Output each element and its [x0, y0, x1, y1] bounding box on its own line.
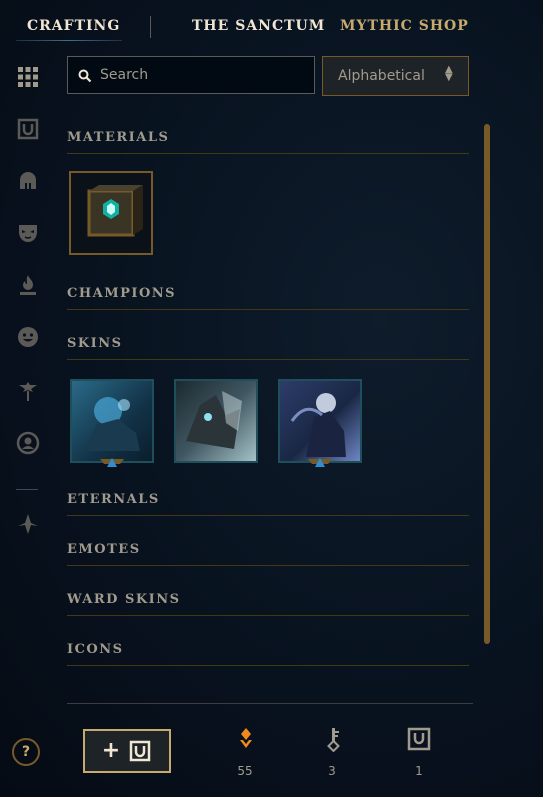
tab-mythic-shop[interactable]: MYTHIC SHOP [340, 18, 469, 34]
rarity-indicator-icon [100, 458, 124, 467]
section-divider [67, 565, 469, 566]
key-icon [327, 728, 340, 752]
skin-art [86, 397, 140, 451]
section-divider [67, 515, 469, 516]
chest-icon [407, 727, 431, 751]
section-divider [67, 615, 469, 616]
help-label: ? [21, 744, 31, 760]
chevron-updown-icon: ▲ ▼ [445, 64, 453, 83]
section-title-materials: MATERIALS [67, 130, 170, 145]
skin-art [186, 391, 242, 449]
footer-divider [67, 703, 473, 704]
skin-item[interactable] [70, 379, 154, 463]
scrollbar-thumb[interactable] [484, 124, 490, 644]
orange-essence-icon [240, 728, 252, 748]
section-title-champions: CHAMPIONS [67, 286, 177, 301]
orange-essence-count: 55 [237, 764, 253, 778]
chest-icon [129, 740, 151, 762]
champion-helmet-icon[interactable] [14, 167, 42, 195]
section-title-icons: ICONS [67, 642, 124, 657]
search-icon [78, 69, 92, 83]
nav-divider [150, 16, 151, 38]
tab-crafting[interactable]: CRAFTING [27, 18, 120, 34]
material-item[interactable] [69, 171, 153, 255]
grid-icon[interactable] [14, 63, 42, 91]
section-divider [67, 359, 469, 360]
mask-icon[interactable] [14, 219, 42, 247]
help-button[interactable]: ? [12, 738, 40, 766]
ward-icon[interactable] [14, 377, 42, 405]
active-tab-indicator [16, 40, 122, 41]
skin-art [290, 393, 346, 457]
profile-icon[interactable] [14, 429, 42, 457]
plus-label: + [101, 738, 121, 763]
emote-icon[interactable] [14, 323, 42, 351]
mythic-icon[interactable] [14, 510, 42, 538]
add-chest-button[interactable]: + [83, 729, 171, 773]
skin-item[interactable] [278, 379, 362, 463]
section-divider [67, 309, 469, 310]
key-count: 3 [328, 764, 336, 778]
skin-item[interactable] [174, 379, 258, 463]
chest-count: 1 [415, 764, 423, 778]
sort-selected-value: Alphabetical [338, 68, 425, 84]
section-title-eternals: ETERNALS [67, 492, 160, 507]
section-title-emotes: EMOTES [67, 542, 141, 557]
sidebar-divider [16, 489, 38, 490]
section-title-skins: SKINS [67, 336, 123, 351]
rarity-indicator-icon [308, 458, 332, 467]
section-title-ward-skins: WARD SKINS [67, 592, 181, 607]
hextech-chest-icon [87, 185, 143, 237]
search-input[interactable] [96, 57, 318, 93]
section-divider [67, 665, 469, 666]
section-divider [67, 153, 469, 154]
tab-the-sanctum[interactable]: THE SANCTUM [192, 18, 325, 34]
chest-icon[interactable] [14, 115, 42, 143]
fire-icon[interactable] [14, 271, 42, 299]
